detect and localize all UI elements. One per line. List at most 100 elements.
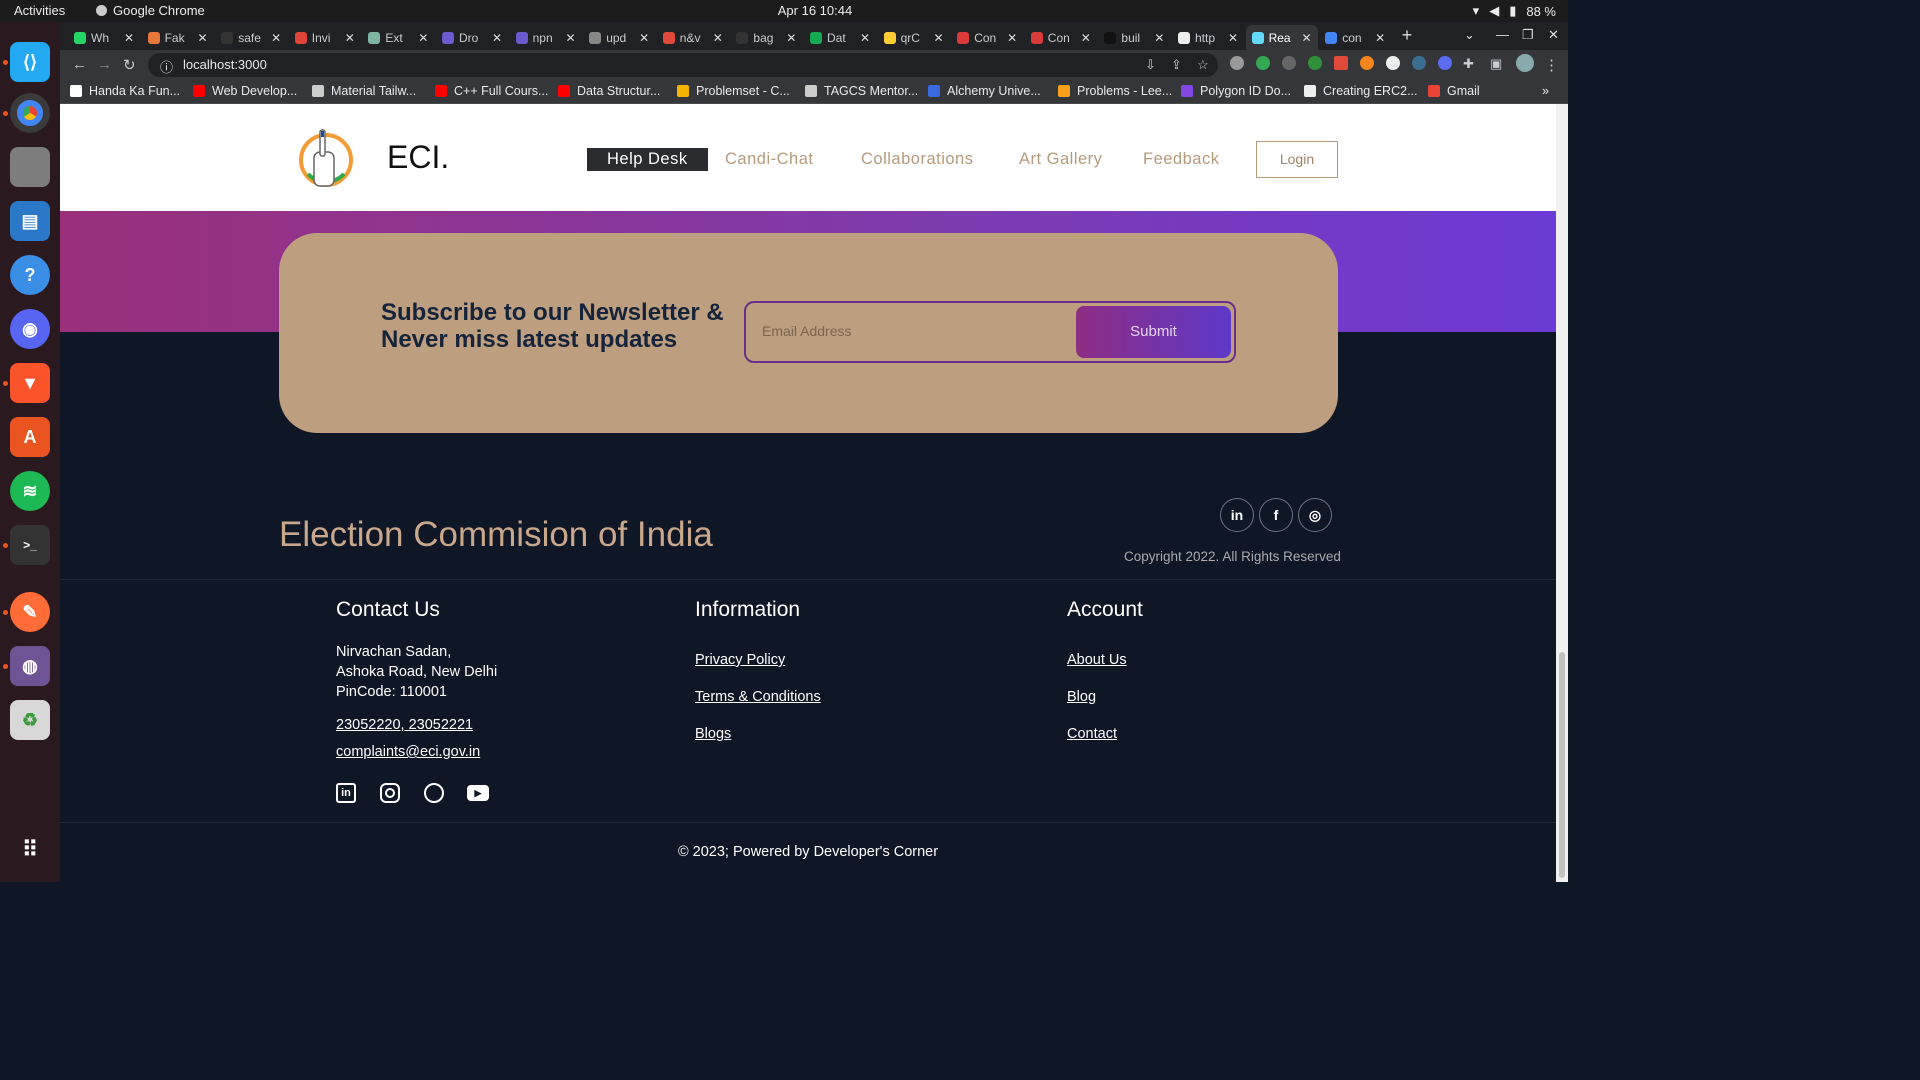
writer-icon[interactable]: ▤ xyxy=(10,201,50,241)
phone-link[interactable]: 23052220, 23052221 xyxy=(336,715,473,735)
nav-help-desk[interactable]: Help Desk xyxy=(587,148,708,171)
maximize-icon[interactable]: ❐ xyxy=(1522,27,1534,43)
nav-collaborations[interactable]: Collaborations xyxy=(861,150,973,169)
about-us-link[interactable]: About Us xyxy=(1067,650,1127,670)
bookmark-star-icon[interactable]: ☆ xyxy=(1197,57,1209,73)
blogs-link[interactable]: Blogs xyxy=(695,724,731,744)
profile-avatar[interactable] xyxy=(1516,54,1534,72)
files-icon[interactable] xyxy=(10,147,50,187)
forward-icon[interactable]: → xyxy=(97,56,112,73)
tab-close-icon[interactable]: ✕ xyxy=(1302,31,1312,45)
bookmark-item[interactable]: Web Develop... xyxy=(193,84,297,98)
browser-tab[interactable]: Fak ✕ xyxy=(142,25,214,50)
browser-tab[interactable]: Dat ✕ xyxy=(804,25,876,50)
trash-icon[interactable]: ♻ xyxy=(10,700,50,740)
spotify-icon[interactable]: ≋ xyxy=(10,471,50,511)
email-input[interactable]: Email Address xyxy=(762,323,851,339)
bookmark-item[interactable]: Problemset - C... xyxy=(677,84,790,98)
privacy-policy-link[interactable]: Privacy Policy xyxy=(695,650,785,670)
browser-tab[interactable]: upd ✕ xyxy=(583,25,655,50)
browser-tab[interactable]: Invi ✕ xyxy=(289,25,361,50)
eci-logo[interactable] xyxy=(298,122,358,192)
extension-icon[interactable] xyxy=(1308,56,1322,70)
tab-close-icon[interactable]: ✕ xyxy=(639,31,649,45)
tab-close-icon[interactable]: ✕ xyxy=(566,31,576,45)
linkedin-icon[interactable]: in xyxy=(1220,498,1254,532)
extensions-puzzle-icon[interactable]: ✚ xyxy=(1463,56,1474,72)
new-tab-button[interactable]: + xyxy=(1396,25,1418,47)
brave-icon[interactable]: ▼ xyxy=(10,363,50,403)
youtube-footer-icon[interactable]: ▶ xyxy=(467,782,489,804)
extension-icon[interactable] xyxy=(1412,56,1426,70)
minimize-icon[interactable]: — xyxy=(1496,27,1509,42)
github-footer-icon[interactable] xyxy=(423,782,445,804)
browser-tab[interactable]: Rea ✕ xyxy=(1245,25,1318,50)
close-window-icon[interactable]: ✕ xyxy=(1548,27,1559,43)
show-apps-icon[interactable]: ⠿ xyxy=(10,830,50,870)
nav-art-gallery[interactable]: Art Gallery xyxy=(1019,150,1102,169)
email-link[interactable]: complaints@eci.gov.in xyxy=(336,742,480,762)
browser-tab[interactable]: buil ✕ xyxy=(1098,25,1170,50)
instagram-footer-icon[interactable] xyxy=(379,782,401,804)
tab-close-icon[interactable]: ✕ xyxy=(124,31,134,45)
tab-close-icon[interactable]: ✕ xyxy=(1081,31,1091,45)
browser-tab[interactable]: Con ✕ xyxy=(951,25,1023,50)
tab-close-icon[interactable]: ✕ xyxy=(1154,31,1164,45)
tab-close-icon[interactable]: ✕ xyxy=(492,31,502,45)
vscode-icon[interactable]: ⟨⟩ xyxy=(10,42,50,82)
extension-icon[interactable] xyxy=(1438,56,1452,70)
instagram-icon[interactable]: ◎ xyxy=(1298,498,1332,532)
tab-close-icon[interactable]: ✕ xyxy=(1007,31,1017,45)
tab-close-icon[interactable]: ✕ xyxy=(271,31,281,45)
facebook-icon[interactable]: f xyxy=(1259,498,1293,532)
bookmark-item[interactable]: Gmail xyxy=(1428,84,1480,98)
browser-tab[interactable]: http ✕ xyxy=(1172,25,1244,50)
scrollbar-thumb[interactable] xyxy=(1559,652,1565,878)
linkedin-footer-icon[interactable]: in xyxy=(335,782,357,804)
extension-icon[interactable] xyxy=(1386,56,1400,70)
tab-close-icon[interactable]: ✕ xyxy=(860,31,870,45)
bookmark-item[interactable]: Polygon ID Do... xyxy=(1181,84,1291,98)
bookmark-item[interactable]: Material Tailw... xyxy=(312,84,416,98)
browser-tab[interactable]: npn ✕ xyxy=(510,25,582,50)
login-button[interactable]: Login xyxy=(1256,141,1338,178)
browser-tab[interactable]: qrC ✕ xyxy=(878,25,950,50)
brand-name[interactable]: ECI. xyxy=(387,139,449,176)
terminal-icon[interactable]: >_ xyxy=(10,525,50,565)
browser-tab[interactable]: Con ✕ xyxy=(1025,25,1097,50)
clock[interactable]: Apr 16 10:44 xyxy=(0,3,1630,18)
tab-close-icon[interactable]: ✕ xyxy=(418,31,428,45)
discord-icon[interactable]: ◉ xyxy=(10,309,50,349)
share-icon[interactable]: ⇪ xyxy=(1171,57,1182,73)
tab-search-icon[interactable]: ⌄ xyxy=(1464,27,1475,43)
back-icon[interactable]: ← xyxy=(72,56,87,73)
browser-tab[interactable]: safe ✕ xyxy=(215,25,287,50)
postman-icon[interactable]: ✎ xyxy=(10,592,50,632)
browser-tab[interactable]: con ✕ xyxy=(1319,25,1391,50)
browser-tab[interactable]: Dro ✕ xyxy=(436,25,508,50)
system-tray[interactable]: ▾ ◀ ▮ 88 % xyxy=(1473,3,1556,19)
install-icon[interactable]: ⇩ xyxy=(1145,57,1156,73)
software-center-icon[interactable]: A xyxy=(10,417,50,457)
tab-close-icon[interactable]: ✕ xyxy=(1228,31,1238,45)
browser-tab[interactable]: n&v ✕ xyxy=(657,25,729,50)
metamask-icon[interactable] xyxy=(1360,56,1374,70)
extension-icon[interactable] xyxy=(1256,56,1270,70)
reload-icon[interactable]: ↻ xyxy=(123,56,136,74)
contact-link[interactable]: Contact xyxy=(1067,724,1117,744)
nav-feedback[interactable]: Feedback xyxy=(1143,150,1219,169)
site-info-icon[interactable]: ⓘ xyxy=(160,57,173,75)
side-panel-icon[interactable]: ▣ xyxy=(1490,56,1502,72)
browser-tab[interactable]: Ext ✕ xyxy=(362,25,434,50)
bookmark-item[interactable]: TAGCS Mentor... xyxy=(805,84,918,98)
bookmark-item[interactable]: Alchemy Unive... xyxy=(928,84,1041,98)
blog-link[interactable]: Blog xyxy=(1067,687,1096,707)
tab-close-icon[interactable]: ✕ xyxy=(786,31,796,45)
tab-close-icon[interactable]: ✕ xyxy=(345,31,355,45)
bookmark-item[interactable]: Handa Ka Fun... xyxy=(70,84,180,98)
tab-close-icon[interactable]: ✕ xyxy=(934,31,944,45)
help-icon[interactable]: ? xyxy=(10,255,50,295)
bookmark-item[interactable]: C++ Full Cours... xyxy=(435,84,548,98)
browser-tab[interactable]: Wh ✕ xyxy=(68,25,140,50)
terms-link[interactable]: Terms & Conditions xyxy=(695,687,821,707)
